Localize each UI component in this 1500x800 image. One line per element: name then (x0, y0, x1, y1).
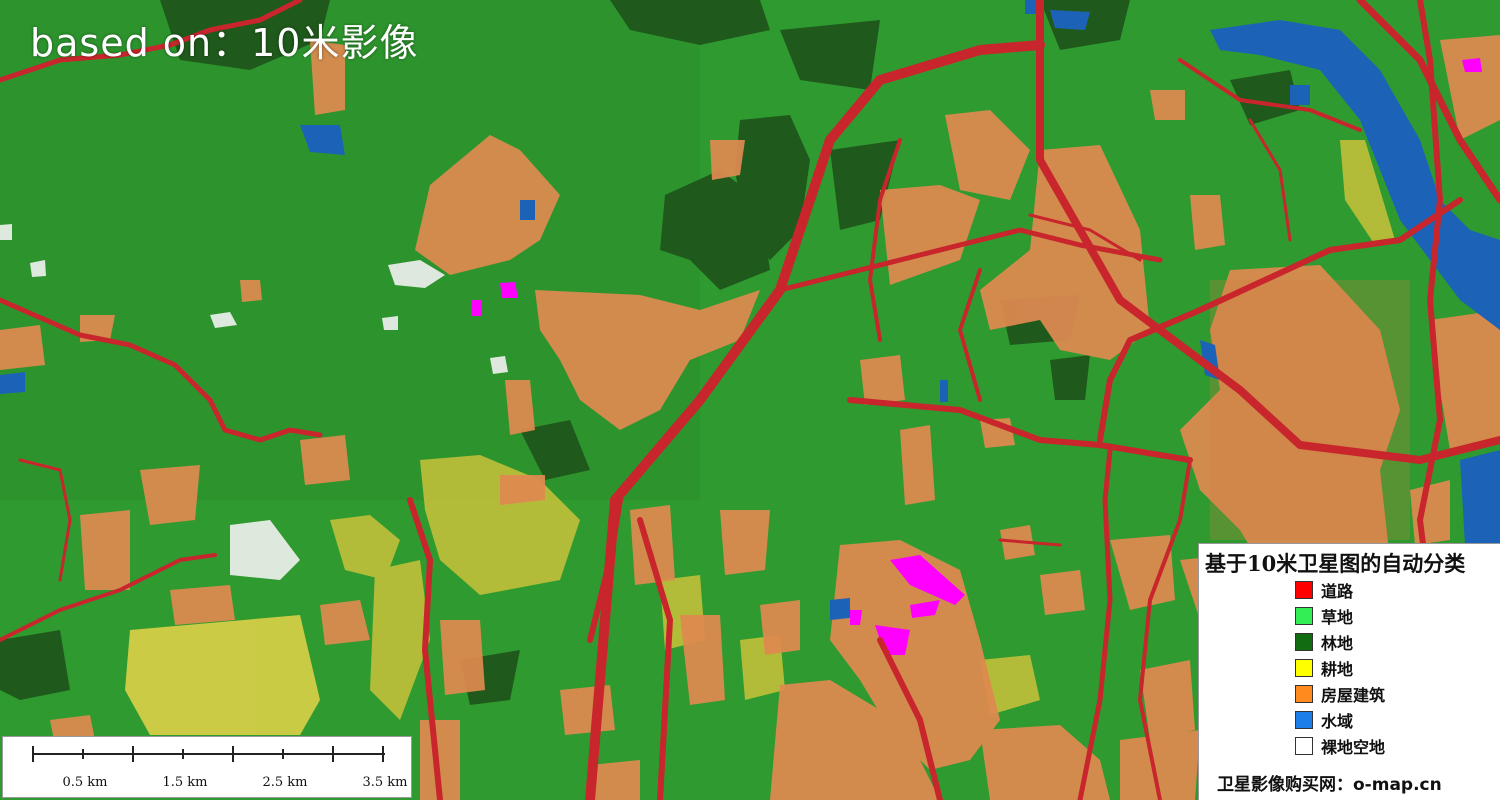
grassland-shade (0, 0, 700, 500)
legend-item-bare: 裸地空地 (1295, 735, 1385, 757)
classified-map[interactable]: based on：10米影像 基于10米卫星图的自动分类 道路 草地 林地 耕地… (0, 0, 1500, 800)
legend-title: 基于10米卫星图的自动分类 (1205, 551, 1466, 576)
legend-swatch-water (1295, 711, 1313, 729)
legend-swatch-bare (1295, 737, 1313, 755)
legend-swatch-road (1295, 581, 1313, 599)
legend-item-road: 道路 (1295, 579, 1353, 601)
legend-item-forest: 林地 (1295, 631, 1353, 653)
legend-label-water: 水域 (1321, 712, 1354, 731)
scale-label-1-5km: 1.5 km (162, 775, 208, 790)
legend-label-cropland: 耕地 (1321, 660, 1354, 679)
map-title-overlay: based on：10米影像 (30, 21, 419, 65)
legend-credit: 卫星影像购买网：o-map.cn (1217, 775, 1442, 795)
scale-bar: 0.5 km 1.5 km 2.5 km 3.5 km (2, 736, 412, 798)
legend-label-bare: 裸地空地 (1321, 738, 1386, 757)
scale-label-2-5km: 2.5 km (262, 775, 308, 790)
legend-label-road: 道路 (1321, 582, 1354, 601)
legend-item-grassland: 草地 (1295, 605, 1353, 627)
legend-label-grassland: 草地 (1321, 608, 1354, 627)
legend-label-forest: 林地 (1321, 634, 1354, 653)
legend-item-cropland: 耕地 (1295, 657, 1353, 679)
legend-swatch-grassland (1295, 607, 1313, 625)
legend-swatch-cropland (1295, 659, 1313, 677)
scale-bar-graphic (32, 746, 385, 762)
urban-texture (1210, 280, 1410, 540)
scale-label-3-5km: 3.5 km (362, 775, 408, 790)
legend-item-water: 水域 (1295, 709, 1353, 731)
scale-label-0-5km: 0.5 km (62, 775, 108, 790)
legend-label-building: 房屋建筑 (1321, 686, 1386, 705)
legend-swatch-building (1295, 685, 1313, 703)
legend-item-building: 房屋建筑 (1295, 683, 1385, 705)
legend-swatch-forest (1295, 633, 1313, 651)
legend-panel: 基于10米卫星图的自动分类 道路 草地 林地 耕地 房屋建筑 水域 裸地空地 卫… (1198, 543, 1500, 800)
